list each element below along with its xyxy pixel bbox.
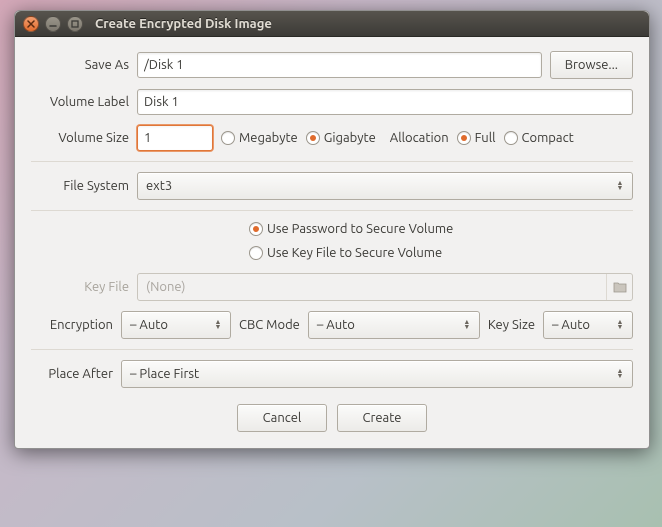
chevron-updown-icon: ▲▼	[614, 320, 626, 330]
row-filesystem: File System ext3 ▲▼	[31, 172, 633, 200]
label-cbc-mode: CBC Mode	[239, 318, 300, 332]
label-key-size: Key Size	[488, 318, 535, 332]
radio-full-label: Full	[475, 131, 496, 145]
row-volume-label: Volume Label	[31, 89, 633, 115]
chevron-updown-icon: ▲▼	[614, 369, 626, 379]
row-place-after: Place After – Place First ▲▼	[31, 360, 633, 388]
cbc-mode-select[interactable]: – Auto ▲▼	[308, 311, 480, 339]
radio-full[interactable]: Full	[457, 131, 496, 145]
cancel-button[interactable]: Cancel	[237, 404, 327, 432]
dialog-window: Create Encrypted Disk Image Save As Brow…	[14, 10, 650, 449]
radio-compact[interactable]: Compact	[504, 131, 574, 145]
footer-buttons: Cancel Create	[31, 404, 633, 432]
label-save-as: Save As	[31, 58, 129, 72]
save-as-input[interactable]	[137, 52, 542, 78]
encryption-select[interactable]: – Auto ▲▼	[121, 311, 231, 339]
separator	[31, 161, 633, 162]
encryption-value: – Auto	[130, 318, 212, 332]
open-file-icon	[606, 274, 632, 300]
label-encryption: Encryption	[31, 318, 113, 332]
browse-button[interactable]: Browse...	[550, 51, 633, 79]
chevron-updown-icon: ▲▼	[461, 320, 473, 330]
row-encryption: Encryption – Auto ▲▼ CBC Mode – Auto ▲▼ …	[31, 311, 633, 339]
chevron-updown-icon: ▲▼	[614, 181, 626, 191]
row-volume-size: Volume Size Megabyte Gigabyte Allocation…	[31, 125, 633, 151]
radio-compact-label: Compact	[522, 131, 574, 145]
close-icon[interactable]	[23, 16, 39, 32]
label-volume-label: Volume Label	[31, 95, 129, 109]
key-size-value: – Auto	[552, 318, 614, 332]
separator	[31, 210, 633, 211]
chevron-updown-icon: ▲▼	[212, 320, 224, 330]
label-volume-size: Volume Size	[31, 131, 129, 145]
separator	[31, 349, 633, 350]
create-button[interactable]: Create	[337, 404, 427, 432]
window-title: Create Encrypted Disk Image	[95, 17, 272, 31]
filesystem-value: ext3	[146, 179, 614, 193]
filesystem-select[interactable]: ext3 ▲▼	[137, 172, 633, 200]
place-after-select[interactable]: – Place First ▲▼	[121, 360, 633, 388]
minimize-icon[interactable]	[45, 16, 61, 32]
cbc-mode-value: – Auto	[317, 318, 461, 332]
row-save-as: Save As Browse...	[31, 51, 633, 79]
radio-megabyte[interactable]: Megabyte	[221, 131, 298, 145]
radio-use-keyfile[interactable]: Use Key File to Secure Volume	[249, 246, 442, 260]
radio-use-password-label: Use Password to Secure Volume	[267, 222, 453, 236]
titlebar: Create Encrypted Disk Image	[15, 11, 649, 37]
label-keyfile: Key File	[31, 280, 129, 294]
radio-use-keyfile-label: Use Key File to Secure Volume	[267, 246, 442, 260]
radio-use-password[interactable]: Use Password to Secure Volume	[249, 222, 453, 236]
volume-label-input[interactable]	[137, 89, 633, 115]
label-place-after: Place After	[31, 367, 113, 381]
keyfile-placeholder: (None)	[138, 280, 606, 294]
radio-gigabyte[interactable]: Gigabyte	[306, 131, 376, 145]
label-allocation: Allocation	[390, 131, 449, 145]
content-area: Save As Browse... Volume Label Volume Si…	[15, 37, 649, 448]
key-size-select[interactable]: – Auto ▲▼	[543, 311, 633, 339]
row-keyfile: Key File (None)	[31, 273, 633, 301]
radio-megabyte-label: Megabyte	[239, 131, 298, 145]
label-filesystem: File System	[31, 179, 129, 193]
keyfile-input: (None)	[137, 273, 633, 301]
volume-size-input[interactable]	[137, 125, 213, 151]
radio-gigabyte-label: Gigabyte	[324, 131, 376, 145]
place-after-value: – Place First	[130, 367, 614, 381]
maximize-icon[interactable]	[67, 16, 83, 32]
